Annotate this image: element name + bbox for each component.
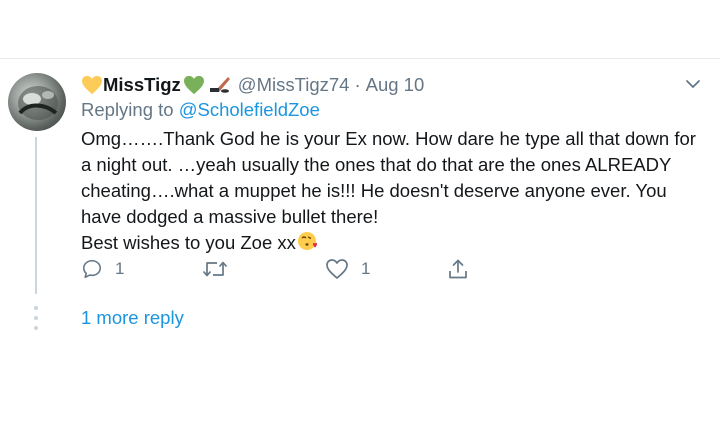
more-replies-link[interactable]: 1 more reply [81,307,184,329]
replying-to-link[interactable]: @ScholefieldZoe [179,99,320,120]
user-handle[interactable]: @MissTigz74 [238,74,350,96]
green-heart-icon [183,75,204,95]
face-blowing-kiss-icon [297,232,317,250]
heart-outline-icon [326,259,348,279]
tweet-actions: 1 1 [81,258,501,282]
header-separator: · [354,74,361,95]
tweet[interactable]: MissTigz @MissTigz74 · Aug 10 Replying t… [81,72,701,279]
reply-icon [82,259,102,279]
replying-to: Replying to @ScholefieldZoe [81,99,701,125]
display-name-group[interactable]: MissTigz [81,74,232,96]
top-divider [0,58,720,59]
share-button[interactable] [447,258,469,280]
retweet-icon [202,261,228,277]
tweet-text-signoff-text: Best wishes to you Zoe xx [81,232,296,253]
tweet-date[interactable]: Aug 10 [366,74,425,96]
avatar[interactable] [8,73,66,131]
hockey-stick-icon [209,77,230,93]
tweet-text-paragraph: Omg…….Thank God he is your Ex now. How d… [81,128,696,227]
replying-prefix: Replying to [81,99,179,120]
thread-line [35,137,37,294]
share-icon [449,259,467,279]
thread-more-dots [34,306,38,336]
display-name[interactable]: MissTigz [103,74,181,96]
yellow-heart-icon [82,75,102,95]
reply-button[interactable]: 1 [81,258,124,280]
retweet-button[interactable] [202,258,240,280]
like-count: 1 [361,259,371,278]
tweet-text-signoff: Best wishes to you Zoe xx [81,230,701,256]
reply-count: 1 [115,259,125,278]
like-button[interactable]: 1 [325,258,370,280]
tweet-text: Omg…….Thank God he is your Ex now. How d… [81,126,701,256]
chevron-down-icon[interactable] [685,78,701,90]
tweet-header: MissTigz @MissTigz74 · Aug 10 [81,72,701,98]
